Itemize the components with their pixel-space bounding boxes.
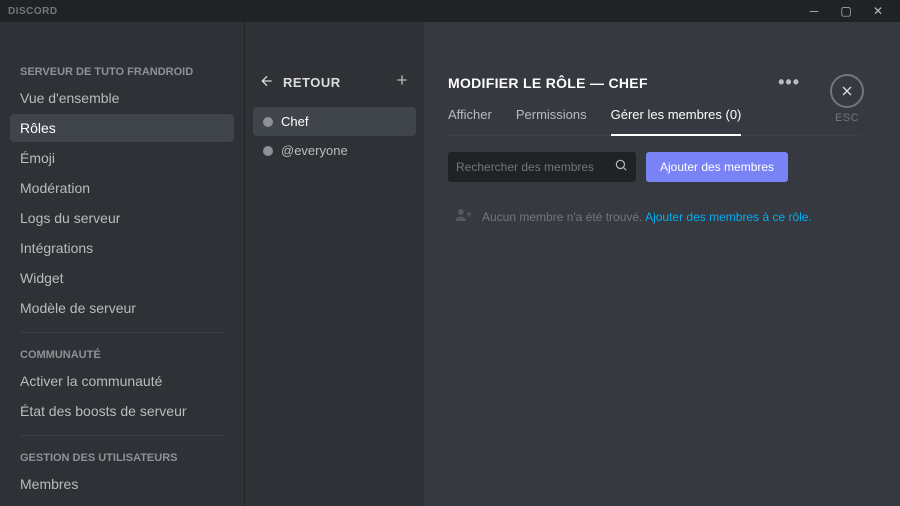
nav-overview[interactable]: Vue d'ensemble xyxy=(10,84,234,112)
tab-display[interactable]: Afficher xyxy=(448,107,492,135)
panel-title: MODIFIER LE RÔLE — CHEF xyxy=(448,75,648,91)
back-button[interactable]: RETOUR xyxy=(259,73,341,92)
add-role-button[interactable] xyxy=(394,72,410,93)
close-window-button[interactable]: ✕ xyxy=(864,2,892,20)
nav-enable-community[interactable]: Activer la communauté xyxy=(10,367,234,395)
user-icon xyxy=(454,206,472,227)
role-edit-panel: ESC MODIFIER LE RÔLE — CHEF ••• Afficher… xyxy=(424,22,900,506)
role-name: @everyone xyxy=(281,143,348,158)
nav-widget[interactable]: Widget xyxy=(10,264,234,292)
tabs: Afficher Permissions Gérer les membres (… xyxy=(448,107,860,136)
nav-integrations[interactable]: Intégrations xyxy=(10,234,234,262)
maximize-button[interactable]: ▢ xyxy=(832,2,860,20)
minimize-button[interactable]: ─ xyxy=(800,2,828,20)
add-members-button[interactable]: Ajouter des membres xyxy=(646,152,788,182)
empty-state: Aucun membre n'a été trouvé. Ajouter des… xyxy=(448,206,860,227)
close-button[interactable] xyxy=(830,74,864,108)
divider xyxy=(20,435,224,436)
app-name: DISCORD xyxy=(8,6,58,17)
search-input[interactable] xyxy=(456,160,614,174)
tab-manage-members[interactable]: Gérer les membres (0) xyxy=(611,107,742,136)
tab-permissions[interactable]: Permissions xyxy=(516,107,587,135)
arrow-left-icon xyxy=(259,73,275,92)
empty-text: Aucun membre n'a été trouvé. xyxy=(482,210,642,224)
role-item-chef[interactable]: Chef xyxy=(253,107,416,136)
back-label: RETOUR xyxy=(283,75,341,90)
empty-add-link[interactable]: Ajouter des membres à ce rôle. xyxy=(645,210,812,224)
section-header-community: COMMUNAUTÉ xyxy=(10,343,234,367)
section-header-server: SERVEUR DE TUTO FRANDROID xyxy=(10,60,234,84)
nav-server-template[interactable]: Modèle de serveur xyxy=(10,294,234,322)
search-icon xyxy=(614,158,628,177)
search-box xyxy=(448,152,636,182)
nav-emoji[interactable]: Émoji xyxy=(10,144,234,172)
role-item-everyone[interactable]: @everyone xyxy=(253,136,416,165)
nav-members[interactable]: Membres xyxy=(10,470,234,498)
role-color-dot xyxy=(263,146,273,156)
nav-moderation[interactable]: Modération xyxy=(10,174,234,202)
window-controls: ─ ▢ ✕ xyxy=(800,2,892,20)
section-header-user-mgmt: GESTION DES UTILISATEURS xyxy=(10,446,234,470)
roles-list-column: RETOUR Chef @everyone xyxy=(244,22,424,506)
nav-invitations[interactable]: Invitations xyxy=(10,500,234,506)
role-color-dot xyxy=(263,117,273,127)
role-name: Chef xyxy=(281,114,308,129)
settings-sidebar: SERVEUR DE TUTO FRANDROID Vue d'ensemble… xyxy=(0,22,244,506)
close-panel: ESC xyxy=(830,74,864,124)
nav-server-logs[interactable]: Logs du serveur xyxy=(10,204,234,232)
divider xyxy=(20,332,224,333)
nav-server-boosts[interactable]: État des boosts de serveur xyxy=(10,397,234,425)
nav-roles[interactable]: Rôles xyxy=(10,114,234,142)
close-label: ESC xyxy=(830,112,864,124)
more-options-button[interactable]: ••• xyxy=(778,72,800,93)
titlebar: DISCORD ─ ▢ ✕ xyxy=(0,0,900,22)
